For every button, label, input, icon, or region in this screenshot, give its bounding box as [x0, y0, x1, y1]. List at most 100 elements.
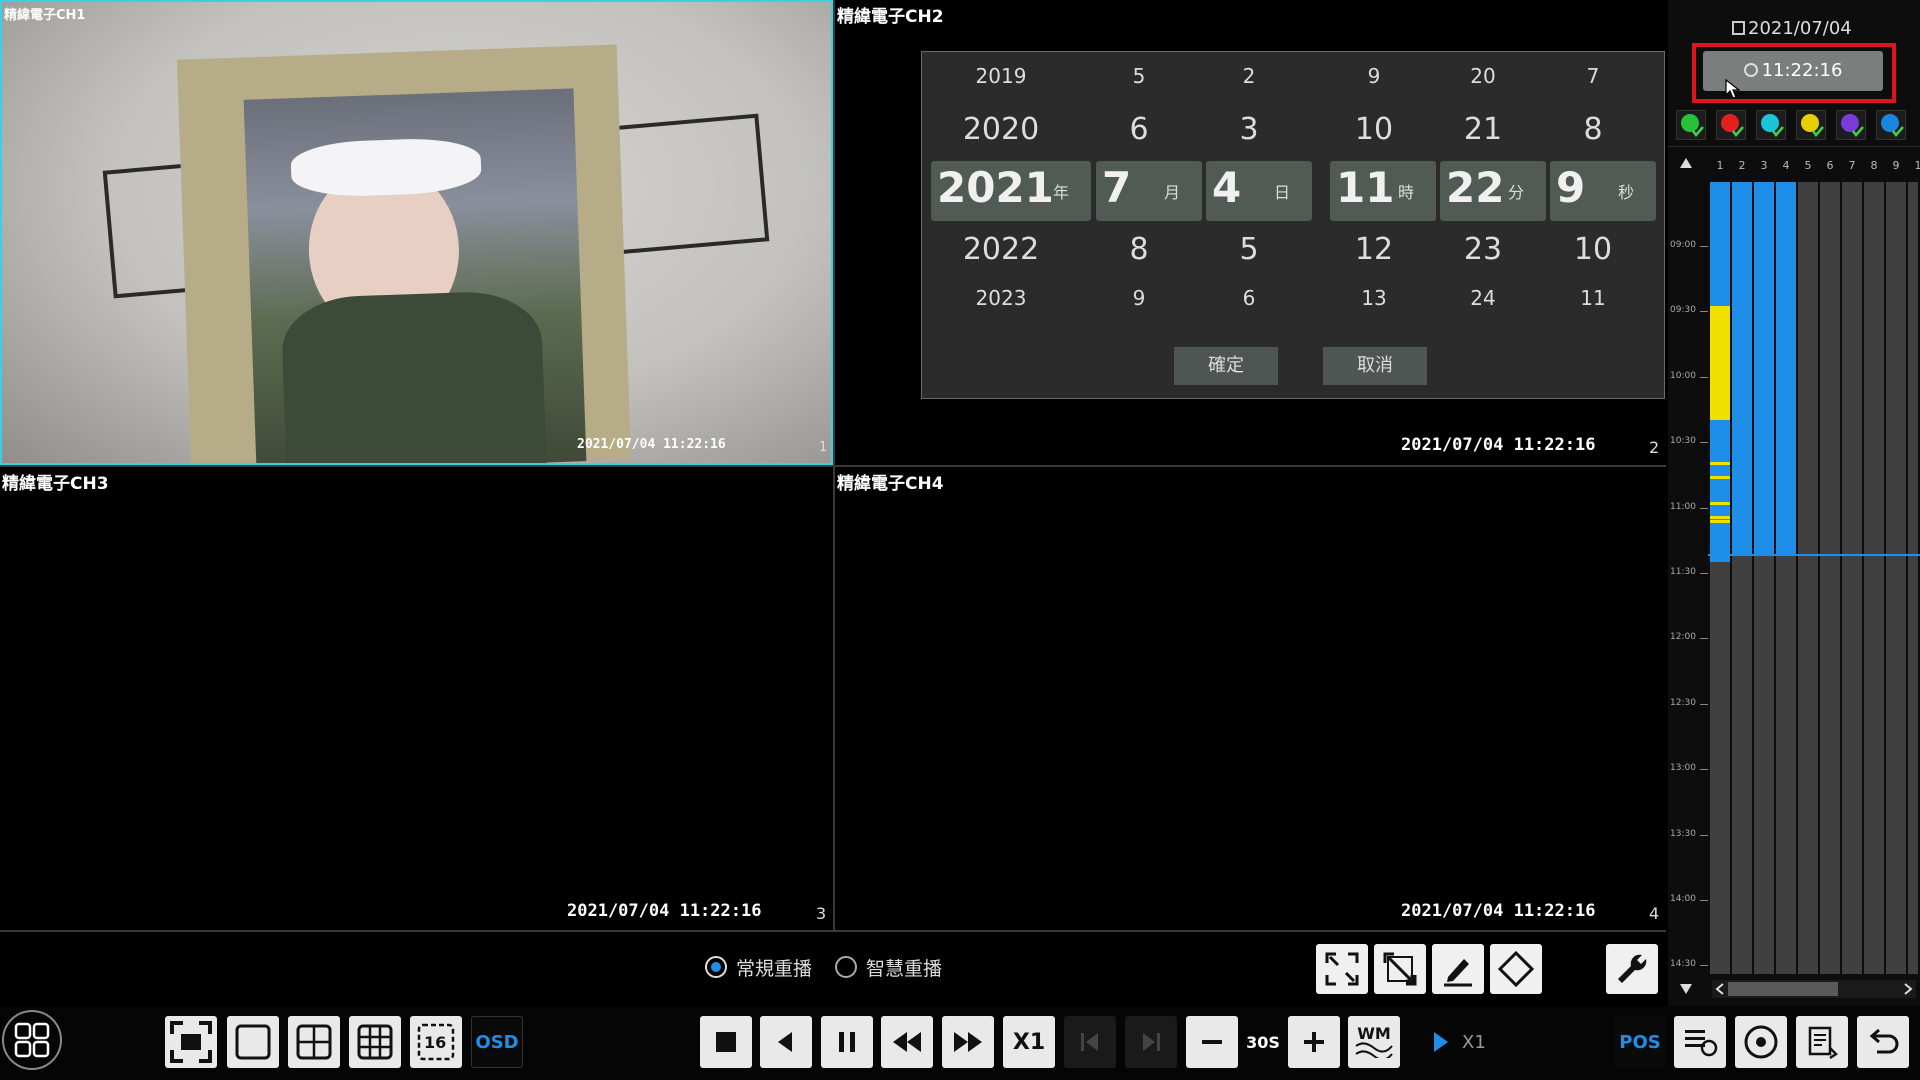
scroll-up-icon[interactable] [1678, 156, 1694, 170]
timeline-channel-header[interactable]: 3 [1754, 156, 1774, 176]
picker-option[interactable]: 23 [1433, 232, 1533, 267]
scroll-down-icon[interactable] [1678, 982, 1694, 996]
scroll-thumb[interactable] [1728, 982, 1838, 996]
normal-playback-label[interactable]: 常規重播 [736, 954, 812, 981]
picker-selected-value[interactable]: 9秒 [1550, 161, 1656, 221]
recording-segment[interactable] [1754, 182, 1774, 556]
picker-option[interactable]: 2023 [951, 286, 1051, 310]
reverse-play-button[interactable] [760, 1016, 812, 1068]
export-button[interactable] [1796, 1016, 1848, 1068]
picker-option[interactable]: 8 [1543, 112, 1643, 147]
picker-option[interactable]: 13 [1324, 286, 1424, 310]
skip-forward-button[interactable] [1288, 1016, 1340, 1068]
picker-option[interactable]: 7 [1543, 64, 1643, 88]
fullscreen-button[interactable] [165, 1016, 217, 1068]
horizontal-scrollbar[interactable] [1712, 980, 1916, 998]
event-filter-icon[interactable] [1676, 110, 1706, 140]
osd-button[interactable]: OSD [471, 1016, 523, 1068]
pause-button[interactable] [821, 1016, 873, 1068]
event-filter-icon[interactable] [1836, 110, 1866, 140]
picker-option[interactable]: 2022 [951, 232, 1051, 267]
smart-playback-radio[interactable] [835, 956, 857, 978]
timeline-channel-track[interactable] [1864, 182, 1884, 974]
timeline-channel-track[interactable] [1908, 182, 1918, 974]
picker-option[interactable]: 12 [1324, 232, 1424, 267]
rewind-button[interactable] [881, 1016, 933, 1068]
timeline-tick-label: 12:30 [1670, 697, 1696, 708]
picker-option[interactable]: 24 [1433, 286, 1533, 310]
stop-button[interactable] [700, 1016, 752, 1068]
picker-option[interactable]: 6 [1089, 112, 1189, 147]
timeline-channel-header[interactable]: 9 [1886, 156, 1906, 176]
picker-option[interactable]: 2 [1199, 64, 1299, 88]
fast-forward-button[interactable] [942, 1016, 994, 1068]
recording-segment[interactable] [1776, 182, 1796, 556]
timeline-channel-track[interactable] [1886, 182, 1906, 974]
event-filter-icon[interactable] [1796, 110, 1826, 140]
date-display[interactable]: 2021/07/04 [1732, 18, 1852, 39]
speed-button[interactable]: X1 [1003, 1016, 1055, 1068]
picker-option[interactable]: 3 [1199, 112, 1299, 147]
channel-3-view[interactable]: 精緯電子CH3 2021/07/04 11:22:16 3 [0, 467, 833, 930]
picker-option[interactable]: 5 [1199, 232, 1299, 267]
timeline-channel-header[interactable]: 5 [1798, 156, 1818, 176]
recording-segment[interactable] [1732, 182, 1752, 556]
event-filter-icon[interactable] [1876, 110, 1906, 140]
picker-selected-value[interactable]: 2021 年 [931, 161, 1091, 221]
picker-option[interactable]: 8 [1089, 232, 1189, 267]
event-filter-icon[interactable] [1716, 110, 1746, 140]
picker-option[interactable]: 10 [1324, 112, 1424, 147]
picker-selected-value[interactable]: 22 分 [1440, 161, 1546, 221]
timeline-channel-header[interactable]: 1 [1908, 156, 1920, 176]
normal-playback-radio[interactable] [705, 956, 727, 978]
picker-option[interactable]: 2020 [951, 112, 1051, 147]
layout-4-button[interactable] [288, 1016, 340, 1068]
confirm-button[interactable]: 確定 [1174, 347, 1278, 385]
timeline-channel-header[interactable]: 4 [1776, 156, 1796, 176]
picker-option[interactable]: 9 [1324, 64, 1424, 88]
timeline-channel-track[interactable] [1798, 182, 1818, 974]
picker-selected-value[interactable]: 4日 [1206, 161, 1312, 221]
event-filter-icon[interactable] [1756, 110, 1786, 140]
picker-option[interactable]: 11 [1543, 286, 1643, 310]
layout-16-button[interactable]: 16 [410, 1016, 462, 1068]
timeline-channel-track[interactable] [1842, 182, 1862, 974]
edit-button[interactable] [1432, 944, 1484, 994]
picker-option[interactable]: 10 [1543, 232, 1643, 267]
layout-1-button[interactable] [227, 1016, 279, 1068]
cancel-button[interactable]: 取消 [1323, 347, 1427, 385]
backup-button[interactable] [1735, 1016, 1787, 1068]
zoom-out-region-button[interactable] [1316, 944, 1368, 994]
picker-selected-value[interactable]: 11 時 [1330, 161, 1436, 221]
channel-1-view[interactable]: 精緯電子CH1 2021/07/04 11:22:16 1 [0, 0, 833, 465]
timeline-channel-header[interactable]: 8 [1864, 156, 1884, 176]
picker-selected-value[interactable]: 7月 [1096, 161, 1202, 221]
timeline-channel-header[interactable]: 2 [1732, 156, 1752, 176]
scroll-left-icon[interactable] [1714, 982, 1726, 996]
settings-button[interactable] [1606, 944, 1658, 994]
timeline-channel-header[interactable]: 1 [1710, 156, 1730, 176]
watermark-button[interactable]: WM [1348, 1016, 1400, 1068]
picker-option[interactable]: 9 [1089, 286, 1189, 310]
exit-button[interactable] [1857, 1016, 1909, 1068]
picker-option[interactable]: 21 [1433, 112, 1533, 147]
event-list-button[interactable] [1674, 1016, 1726, 1068]
skip-back-button[interactable] [1186, 1016, 1238, 1068]
skip-interval[interactable]: 30S [1240, 1016, 1286, 1068]
pos-button[interactable]: POS [1614, 1016, 1666, 1068]
scroll-right-icon[interactable] [1902, 982, 1914, 996]
timeline-channel-track[interactable] [1820, 182, 1840, 974]
ptz-button[interactable] [1490, 944, 1542, 994]
event-segment[interactable] [1710, 306, 1730, 420]
picker-option[interactable]: 6 [1199, 286, 1299, 310]
smart-playback-label[interactable]: 智慧重播 [866, 954, 942, 981]
picker-option[interactable]: 2019 [951, 64, 1051, 88]
digital-zoom-button[interactable] [1374, 944, 1426, 994]
channel-4-view[interactable]: 精緯電子CH4 2021/07/04 11:22:16 4 [835, 467, 1666, 930]
timeline-channel-header[interactable]: 7 [1842, 156, 1862, 176]
timeline-channel-header[interactable]: 6 [1820, 156, 1840, 176]
picker-option[interactable]: 5 [1089, 64, 1189, 88]
picker-option[interactable]: 20 [1433, 64, 1533, 88]
main-menu-button[interactable] [2, 1010, 62, 1070]
layout-9-button[interactable] [349, 1016, 401, 1068]
